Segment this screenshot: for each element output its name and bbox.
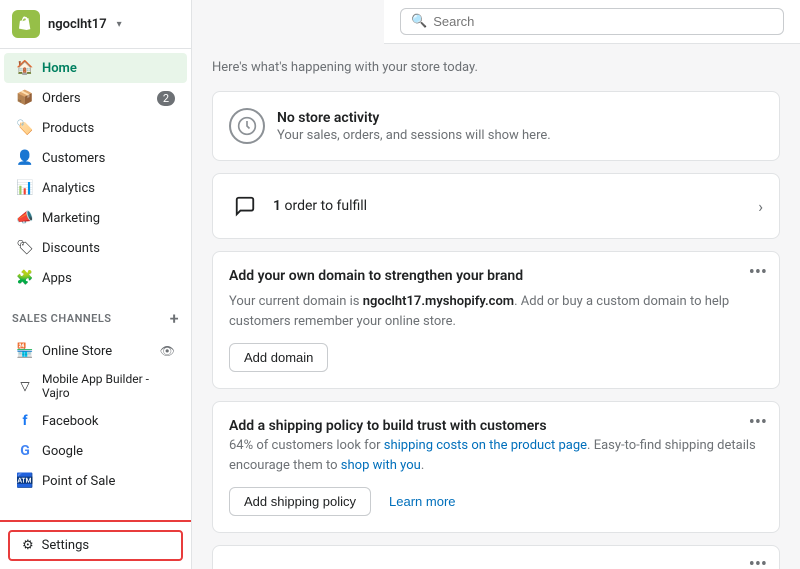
analytics-icon: 📊	[16, 179, 34, 197]
online-store-settings-icon[interactable]: 👁	[160, 344, 175, 358]
sidebar-item-discounts[interactable]: 🏷 Discounts	[4, 233, 187, 263]
settings-label: Settings	[42, 538, 89, 553]
sidebar-item-point-of-sale[interactable]: 🏧 Point of Sale	[4, 466, 187, 496]
mobile-app-icon: ▽	[16, 377, 34, 395]
shop-with-you-link[interactable]: shop with you	[341, 458, 421, 473]
sidebar-item-mobile-app[interactable]: ▽ Mobile App Builder - Vajro	[4, 366, 187, 406]
marketing-icon: 📣	[16, 209, 34, 227]
sidebar-label-facebook: Facebook	[42, 414, 175, 429]
add-domain-button[interactable]: Add domain	[229, 343, 328, 372]
sidebar-label-apps: Apps	[42, 271, 175, 286]
shipping-desc-suffix: .	[421, 458, 424, 473]
apps-icon: 🧩	[16, 269, 34, 287]
shipping-card: ••• Add a shipping policy to build trust…	[212, 401, 780, 533]
shipping-desc-prefix: 64% of customers look for	[229, 438, 384, 453]
channels-nav: 🏪 Online Store 👁 ▽ Mobile App Builder - …	[0, 332, 191, 500]
domain-card: ••• Add your own domain to strengthen yo…	[212, 251, 780, 389]
no-activity-title: No store activity	[277, 110, 551, 126]
no-activity-desc: Your sales, orders, and sessions will sh…	[277, 128, 551, 143]
domain-card-menu-icon[interactable]: •••	[749, 264, 767, 282]
search-input[interactable]	[433, 14, 773, 29]
activity-spinner-icon	[229, 108, 265, 144]
google-icon: G	[16, 442, 34, 460]
domain-desc-prefix: Your current domain is	[229, 294, 363, 309]
order-chevron-icon: ›	[758, 197, 763, 216]
sidebar-item-orders[interactable]: 📦 Orders 2	[4, 83, 187, 113]
store-dropdown-icon[interactable]: ▾	[117, 19, 122, 30]
sales-channels-section: Sales channels +	[0, 297, 191, 332]
main-nav: 🏠 Home 📦 Orders 2 🏷️ Products 👤 Customer…	[0, 49, 191, 297]
orders-icon: 📦	[16, 89, 34, 107]
facebook-icon: f	[16, 412, 34, 430]
settings-item[interactable]: ⚙ Settings	[8, 530, 183, 561]
sidebar-item-products[interactable]: 🏷️ Products	[4, 113, 187, 143]
domain-card-desc: Your current domain is ngoclht17.myshopi…	[229, 292, 763, 331]
order-fulfill-icon	[229, 190, 261, 222]
settings-icon: ⚙	[22, 538, 34, 553]
order-suffix: order to fulfill	[284, 198, 367, 214]
products-icon: 🏷️	[16, 119, 34, 137]
order-fulfill-text: 1 order to fulfill	[273, 198, 746, 214]
sales-channels-title: Sales channels	[12, 312, 112, 325]
main-content: Here's what's happening with your store …	[192, 44, 800, 569]
sidebar-item-apps[interactable]: 🧩 Apps	[4, 263, 187, 293]
sidebar-footer: ⚙ Settings	[0, 520, 191, 569]
sidebar-label-google: Google	[42, 444, 175, 459]
sidebar-item-facebook[interactable]: f Facebook	[4, 406, 187, 436]
sidebar-label-home: Home	[42, 61, 175, 76]
order-fulfill-card[interactable]: 1 order to fulfill ›	[212, 173, 780, 239]
sidebar-item-google[interactable]: G Google	[4, 436, 187, 466]
customers-icon: 👤	[16, 149, 34, 167]
discounts-icon: 🏷	[16, 239, 34, 257]
orders-badge: 2	[157, 91, 175, 106]
sidebar-item-online-store[interactable]: 🏪 Online Store 👁	[4, 336, 187, 366]
sidebar-item-analytics[interactable]: 📊 Analytics	[4, 173, 187, 203]
search-icon: 🔍	[411, 14, 427, 29]
online-store-icon: 🏪	[16, 342, 34, 360]
domain-name: ngoclht17.myshopify.com	[363, 294, 514, 309]
sidebar-item-customers[interactable]: 👤 Customers	[4, 143, 187, 173]
no-activity-card: No store activity Your sales, orders, an…	[212, 91, 780, 161]
bottom-card: •••	[212, 545, 780, 569]
domain-card-title: Add your own domain to strengthen your b…	[229, 268, 763, 284]
sidebar-item-marketing[interactable]: 📣 Marketing	[4, 203, 187, 233]
shipping-card-title: Add a shipping policy to build trust wit…	[229, 418, 763, 434]
bottom-card-menu-icon[interactable]: •••	[749, 556, 767, 569]
point-of-sale-icon: 🏧	[16, 472, 34, 490]
search-box[interactable]: 🔍	[400, 8, 784, 35]
order-count: 1	[273, 198, 281, 214]
add-channel-icon[interactable]: +	[170, 309, 179, 328]
store-header[interactable]: ngoclht17 ▾	[0, 0, 191, 49]
sidebar-label-point-of-sale: Point of Sale	[42, 474, 175, 489]
sidebar-label-discounts: Discounts	[42, 241, 175, 256]
shipping-card-desc: 64% of customers look for shipping costs…	[229, 436, 763, 475]
page-subtitle: Here's what's happening with your store …	[212, 60, 780, 75]
add-shipping-policy-button[interactable]: Add shipping policy	[229, 487, 371, 516]
home-icon: 🏠	[16, 59, 34, 77]
shipping-costs-link[interactable]: shipping costs on the product page	[384, 438, 587, 453]
sidebar-label-online-store: Online Store	[42, 344, 152, 359]
shipping-card-menu-icon[interactable]: •••	[749, 414, 767, 432]
sidebar-label-products: Products	[42, 121, 175, 136]
sidebar-label-marketing: Marketing	[42, 211, 175, 226]
learn-more-link[interactable]: Learn more	[379, 488, 465, 515]
sidebar-label-mobile-app: Mobile App Builder - Vajro	[42, 372, 175, 400]
store-name: ngoclht17	[48, 17, 107, 32]
shopify-logo	[12, 10, 40, 38]
sidebar-label-analytics: Analytics	[42, 181, 175, 196]
sidebar: ngoclht17 ▾ 🏠 Home 📦 Orders 2 🏷️ Product…	[0, 0, 192, 569]
topbar: 🔍	[384, 0, 800, 44]
sidebar-label-orders: Orders	[42, 91, 149, 106]
sidebar-label-customers: Customers	[42, 151, 175, 166]
sidebar-item-home[interactable]: 🏠 Home	[4, 53, 187, 83]
